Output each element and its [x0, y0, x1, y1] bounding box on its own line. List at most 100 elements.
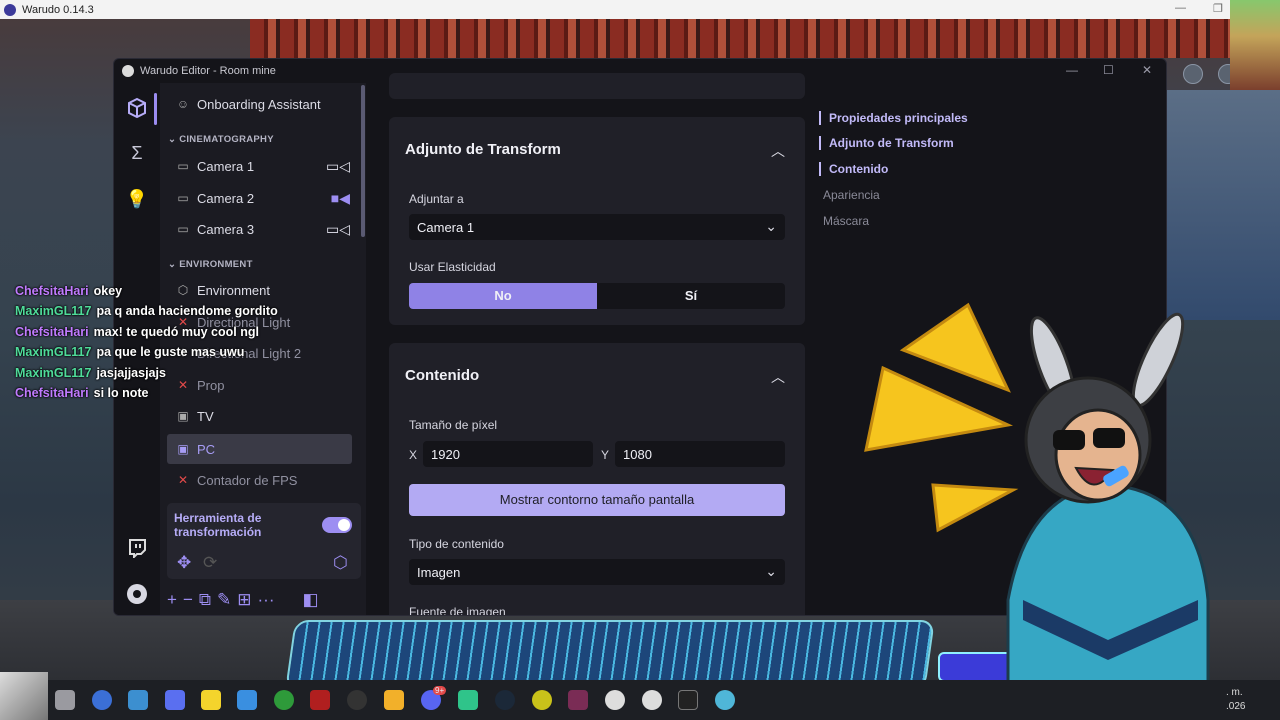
chevron-down-icon: ⌄ [168, 259, 180, 270]
sidebar-scrollbar[interactable] [361, 85, 365, 237]
panel-toggle-icon[interactable]: ◧ [303, 590, 319, 610]
maximize-icon[interactable]: ☐ [1103, 63, 1114, 77]
cube-icon[interactable] [124, 95, 150, 121]
pixel-height-input[interactable]: 1080 [615, 441, 785, 467]
cube-icon[interactable]: ⬡ [333, 553, 348, 573]
sidebar-item-label: Onboarding Assistant [197, 96, 321, 112]
nav-content[interactable]: Contenido [819, 162, 888, 176]
elasticity-label: Usar Elasticidad [409, 260, 496, 274]
attach-select[interactable]: Camera 1 ⌄ [409, 214, 785, 240]
sidebar-item-camera-2[interactable]: ▭ Camera 2 ■◀ [167, 183, 352, 213]
terminal-icon[interactable] [678, 690, 698, 710]
photos-icon[interactable] [237, 690, 257, 710]
chat-message: si lo note [93, 386, 149, 400]
chat-app-icon[interactable] [458, 690, 478, 710]
file-explorer-icon[interactable] [384, 690, 404, 710]
rotate-icon[interactable]: ⟳ [203, 553, 217, 573]
clock[interactable]: . m. .026 [1226, 686, 1245, 714]
move-icon[interactable]: ✥ [177, 553, 191, 573]
steam-icon[interactable] [495, 690, 515, 710]
disabled-x-icon: ✕ [177, 473, 189, 487]
elasticity-no-option[interactable]: No [409, 283, 597, 309]
twitch-icon[interactable] [124, 535, 150, 561]
sidebar-item-onboarding[interactable]: ☺ Onboarding Assistant [167, 89, 352, 119]
lightbulb-icon[interactable]: 💡 [124, 186, 150, 212]
sidebar-item-fps-counter[interactable]: ✕ Contador de FPS [167, 465, 352, 495]
sidebar-item-label: PC [197, 441, 216, 457]
background-bookshelf [250, 18, 1230, 58]
duplicate-icon[interactable]: ⧉ [199, 590, 211, 610]
transform-tool-label: Herramienta de transformación [174, 511, 262, 539]
app-icon[interactable] [128, 690, 148, 710]
smile-icon: ☺ [176, 97, 190, 111]
app-icon[interactable] [532, 690, 552, 710]
sidebar-item-environment[interactable]: ⬡ Environment [167, 275, 352, 305]
app-icon[interactable] [568, 690, 588, 710]
chat-username: MaximGL117 [15, 304, 92, 318]
minimize-icon[interactable]: — [1066, 63, 1078, 77]
video-camera-active-icon[interactable]: ■◀ [331, 190, 350, 207]
content-type-select[interactable]: Imagen ⌄ [409, 559, 785, 585]
taskview-icon[interactable] [55, 690, 75, 710]
sidebar-item-pc[interactable]: ▣ PC [167, 434, 352, 464]
sticky-notes-icon[interactable] [201, 690, 221, 710]
chat-message: pa que le guste mas uwu [96, 345, 245, 359]
chat-username: MaximGL117 [15, 366, 92, 380]
clock-time: . m. [1226, 687, 1243, 698]
nav-main-properties[interactable]: Propiedades principales [819, 111, 968, 125]
sidebar-item-camera-3[interactable]: ▭ Camera 3 ▭◁ [167, 214, 352, 244]
more-icon[interactable]: ··· [258, 590, 275, 610]
warudo-icon[interactable] [642, 690, 662, 710]
app-icon[interactable] [715, 690, 735, 710]
voicemeeter-icon[interactable] [310, 690, 330, 710]
grid-add-icon[interactable]: ⊞ [237, 590, 251, 610]
content-type-label: Tipo de contenido [409, 537, 504, 551]
chat-message: jasjajjasjajs [96, 366, 166, 380]
disabled-x-icon: ✕ [177, 378, 189, 392]
nav-transform-attachment[interactable]: Adjunto de Transform [819, 136, 954, 150]
content-card: Contenido ︿ Tamaño de píxel X 1920 Y 108… [389, 343, 805, 616]
camera-icon: ▭ [177, 191, 189, 205]
browser-icon[interactable] [92, 690, 112, 710]
chat-line: MaximGL117 jasjajjasjajs [15, 366, 166, 386]
sidebar-item-label: TV [197, 408, 214, 424]
minimize-icon[interactable]: — [1175, 2, 1186, 14]
nav-mask[interactable]: Máscara [819, 214, 869, 228]
chevron-up-icon[interactable]: ︿ [771, 141, 785, 161]
close-icon[interactable]: ✕ [1142, 63, 1152, 77]
chat-username: MaximGL117 [15, 345, 92, 359]
chevron-up-icon[interactable]: ︿ [771, 367, 785, 387]
section-cinematography[interactable]: ⌄ CINEMATOGRAPHY [168, 134, 274, 145]
warudo-icon[interactable] [605, 690, 625, 710]
section-environment[interactable]: ⌄ ENVIRONMENT [168, 259, 253, 270]
os-window-title: Warudo 0.14.3 [22, 3, 94, 16]
xbox-icon[interactable] [274, 690, 294, 710]
video-camera-icon[interactable]: ▭◁ [326, 158, 350, 175]
sidebar-item-label: Prop [197, 377, 225, 393]
image-source-label: Fuente de imagen [409, 605, 506, 616]
chat-line: ChefsitaHari max! te quedó muy cool ngl [15, 325, 259, 345]
maximize-icon[interactable]: ❐ [1213, 2, 1223, 15]
obs-icon[interactable] [347, 690, 367, 710]
transform-tool-toggle[interactable] [322, 517, 352, 533]
settings-icon[interactable] [124, 581, 150, 607]
nav-appearance[interactable]: Apariencia [819, 188, 880, 202]
elasticity-yes-option[interactable]: Sí [597, 283, 785, 309]
remove-icon[interactable]: − [183, 590, 193, 610]
rail-active-indicator [154, 93, 157, 125]
sidebar-item-prop[interactable]: ✕ Prop [167, 370, 352, 400]
sigma-icon[interactable]: Σ [124, 140, 150, 166]
sidebar-item-camera-1[interactable]: ▭ Camera 1 ▭◁ [167, 151, 352, 181]
add-icon[interactable]: + [167, 590, 177, 610]
pixel-width-input[interactable]: 1920 [423, 441, 593, 467]
video-camera-icon[interactable]: ▭◁ [326, 221, 350, 238]
edit-icon[interactable]: ✎ [217, 590, 231, 610]
elasticity-toggle: No Sí [409, 283, 785, 309]
sidebar-item-tv[interactable]: ▣ TV [167, 401, 352, 431]
chat-line: ChefsitaHari si lo note [15, 386, 149, 406]
cheese-slice-icon [899, 302, 1011, 393]
camera-icon: ▭ [177, 159, 189, 173]
store-icon[interactable] [165, 690, 185, 710]
warudo-logo-icon [122, 65, 134, 77]
show-outline-button[interactable]: Mostrar contorno tamaño pantalla [409, 484, 785, 516]
